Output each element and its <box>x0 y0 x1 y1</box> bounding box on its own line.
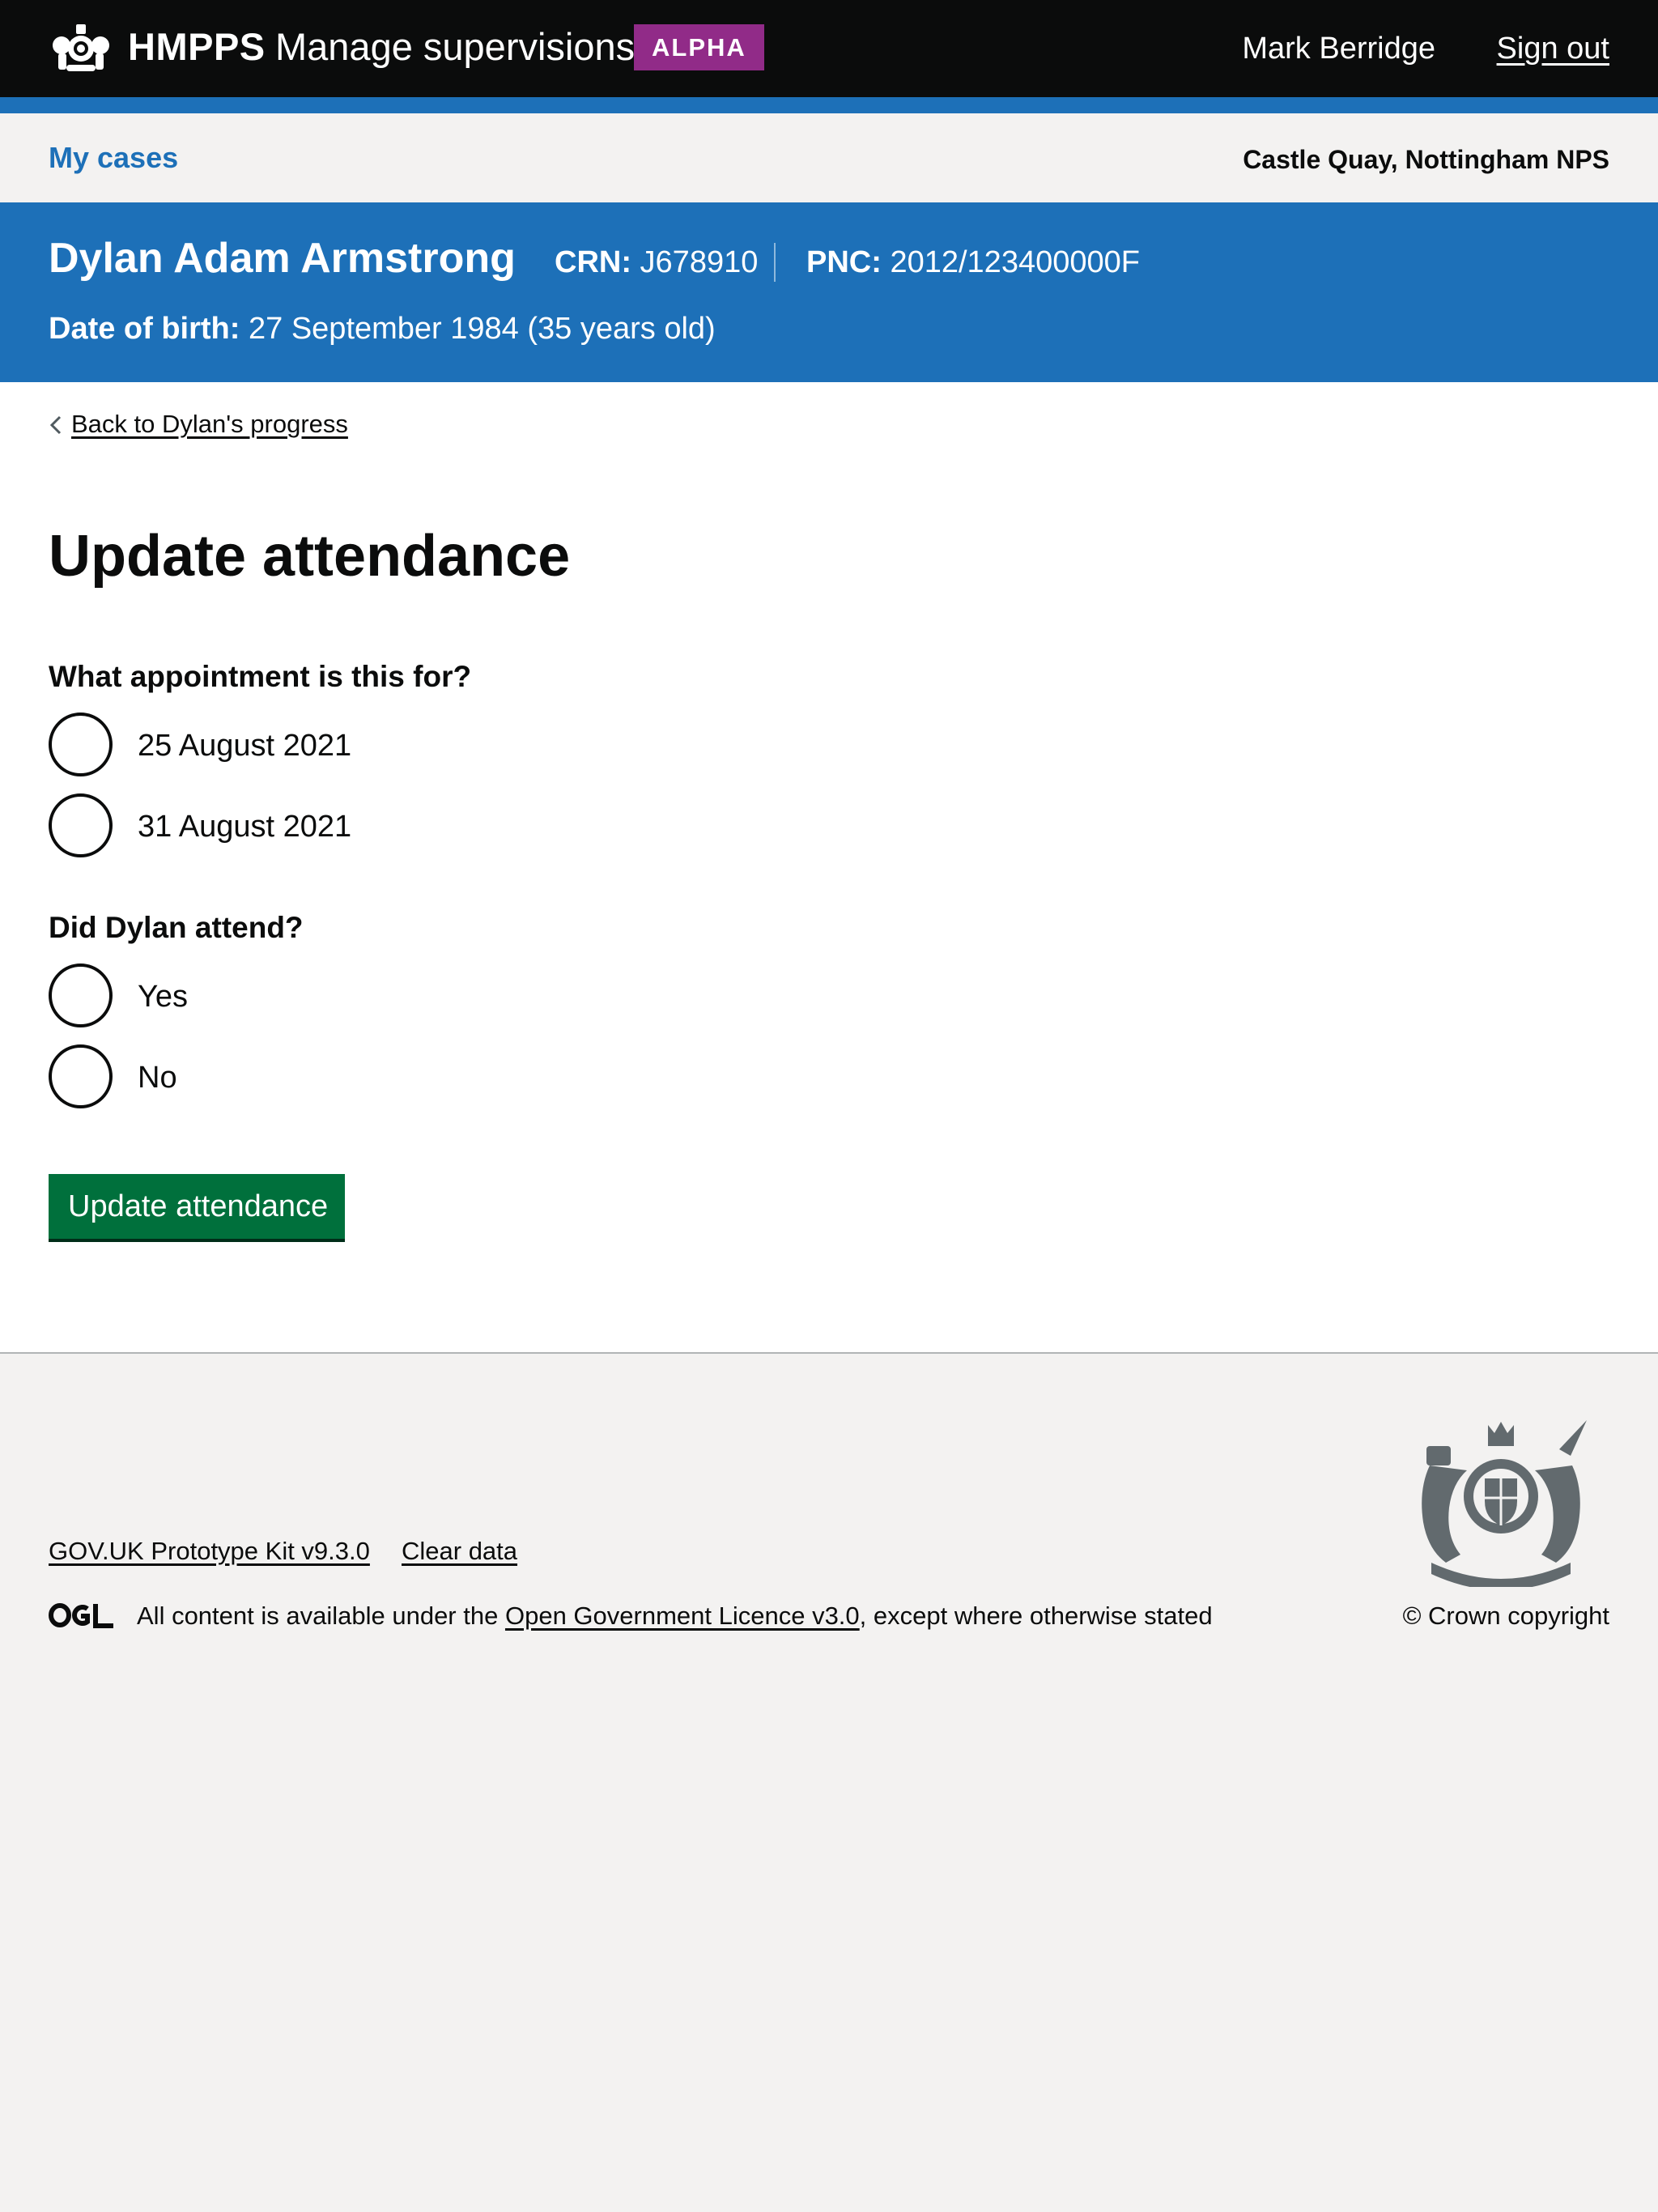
radio-appointment-31-august[interactable] <box>49 793 113 857</box>
dob-value: 27 September 1984 (35 years old) <box>249 312 716 346</box>
service-name[interactable]: Manage supervisions <box>275 23 635 71</box>
phase-tag: ALPHA <box>634 24 764 70</box>
pnc-label: PNC: <box>806 245 882 279</box>
radio-attended-no[interactable] <box>49 1044 113 1108</box>
dob-label: Date of birth: <box>49 312 240 346</box>
date-of-birth: Date of birth: 27 September 1984 (35 yea… <box>49 306 716 351</box>
header-stripe <box>0 97 1658 113</box>
royal-coat-of-arms-icon <box>1397 1417 1605 1587</box>
crown-copyright[interactable]: © Crown copyright <box>1403 1598 1609 1634</box>
page-title: Update attendance <box>49 524 571 589</box>
radio-label-appointment-25-august[interactable]: 25 August 2021 <box>138 723 351 768</box>
page: HMPPS Manage supervisions ALPHA Mark Ber… <box>0 0 1658 2212</box>
crn: CRN: J678910 <box>555 240 758 285</box>
attendance-question: Did Dylan attend? <box>49 911 304 944</box>
radio-label-no[interactable]: No <box>138 1055 177 1100</box>
sign-out-link[interactable]: Sign out <box>1497 26 1609 71</box>
pnc: PNC: 2012/123400000F <box>806 240 1140 285</box>
offender-banner: Dylan Adam Armstrong CRN: J678910 PNC: 2… <box>0 202 1658 382</box>
site-footer: GOV.UK Prototype Kit v9.3.0 Clear data A… <box>0 1352 1658 2212</box>
licence-statement: All content is available under the Open … <box>137 1598 1213 1634</box>
crn-label: CRN: <box>555 245 631 279</box>
footer-link-prototype-kit[interactable]: GOV.UK Prototype Kit v9.3.0 <box>49 1534 370 1569</box>
offender-name: Dylan Adam Armstrong <box>49 235 516 282</box>
radio-attended-yes[interactable] <box>49 963 113 1027</box>
licence-prefix: All content is available under the <box>137 1602 499 1630</box>
user-name: Mark Berridge <box>1242 32 1435 66</box>
main-content: Back to Dylan's progress Update attendan… <box>0 382 1658 1352</box>
crown-icon[interactable] <box>47 18 115 74</box>
radio-appointment-25-august[interactable] <box>49 713 113 776</box>
footer-link-clear-data[interactable]: Clear data <box>402 1534 517 1569</box>
radio-label-yes[interactable]: Yes <box>138 974 188 1019</box>
office-location: Castle Quay, Nottingham NPS <box>1243 145 1609 174</box>
chevron-left-icon[interactable] <box>49 415 63 436</box>
appointment-question: What appointment is this for? <box>49 660 472 693</box>
back-link[interactable]: Back to Dylan's progress <box>71 406 348 442</box>
brand-name[interactable]: HMPPS <box>128 23 266 71</box>
pnc-value: 2012/123400000F <box>890 245 1140 279</box>
my-cases-link[interactable]: My cases <box>49 138 178 178</box>
licence-link[interactable]: Open Government Licence v3.0 <box>505 1602 860 1630</box>
crn-divider <box>774 243 776 282</box>
radio-label-appointment-31-august[interactable]: 31 August 2021 <box>138 804 351 849</box>
update-attendance-button[interactable]: Update attendance <box>49 1174 345 1239</box>
crn-value: J678910 <box>640 245 759 279</box>
site-header: HMPPS Manage supervisions ALPHA Mark Ber… <box>0 0 1658 97</box>
sub-navigation: My cases Castle Quay, Nottingham NPS <box>0 113 1658 202</box>
ogl-logo-icon <box>49 1602 115 1629</box>
licence-suffix: , except where otherwise stated <box>859 1602 1213 1630</box>
